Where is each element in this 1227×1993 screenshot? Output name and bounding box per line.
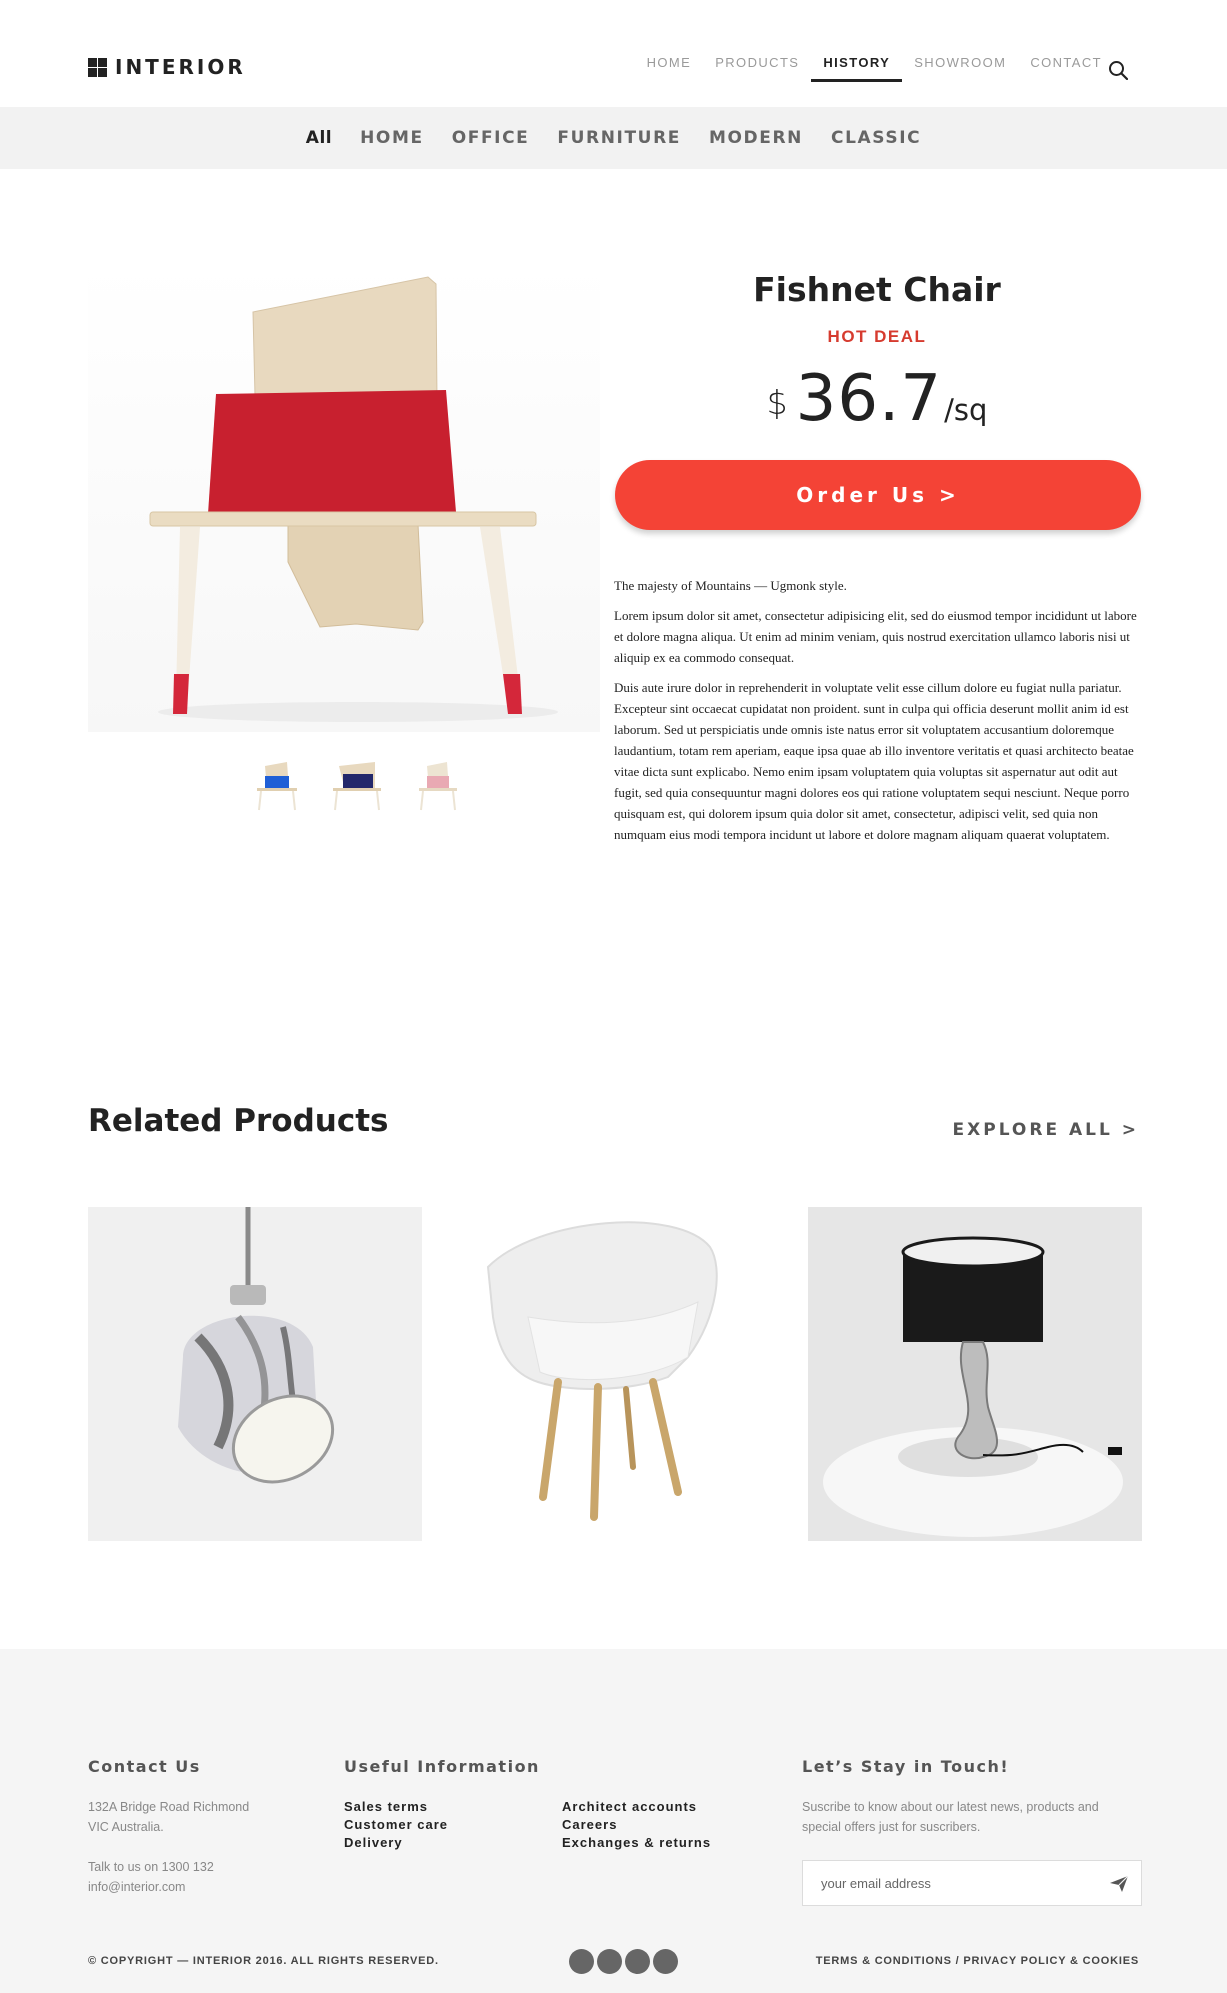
address-line: VIC Australia. <box>88 1820 164 1834</box>
footer-links-col1: Sales terms Customer care Delivery <box>344 1798 448 1852</box>
social-icon[interactable] <box>653 1949 678 1974</box>
pendant-lamp-image <box>178 1207 335 1484</box>
social-icon[interactable] <box>569 1949 594 1974</box>
social-icon[interactable] <box>597 1949 622 1974</box>
price-amount: 36.7 <box>795 362 943 436</box>
order-button[interactable]: Order Us > <box>615 460 1141 530</box>
footer-newsletter-heading: Let’s Stay in Touch! <box>802 1757 1010 1776</box>
newsletter-email-input[interactable] <box>803 1861 1083 1905</box>
nav-item-home[interactable]: HOME <box>647 55 692 82</box>
thumbnail-blue[interactable] <box>245 754 309 820</box>
description-paragraph: Duis aute irure dolor in reprehenderit i… <box>614 680 1134 842</box>
newsletter-text-line: special offers just for suscribers. <box>802 1820 981 1834</box>
main-nav: HOME PRODUCTS HISTORY SHOWROOM CONTACT <box>623 55 1102 82</box>
category-classic[interactable]: CLASSIC <box>831 128 921 148</box>
category-office[interactable]: OFFICE <box>452 128 530 148</box>
nav-item-contact[interactable]: CONTACT <box>1030 55 1102 82</box>
hot-deal-badge: HOT DEAL <box>827 327 927 346</box>
thumbnail-navy[interactable] <box>325 754 389 820</box>
footer-link-architect-accounts[interactable]: Architect accounts <box>562 1798 711 1816</box>
description-paragraph: Lorem ipsum dolor sit amet, consectetur … <box>614 608 1137 665</box>
footer-contact-details: Talk to us on 1300 132 info@interior.com <box>88 1857 214 1897</box>
thumbnail-list <box>245 754 485 820</box>
product-title: Fishnet Chair <box>753 270 1001 309</box>
send-icon[interactable] <box>1109 1874 1129 1894</box>
footer-link-sales-terms[interactable]: Sales terms <box>344 1798 448 1816</box>
footer-link-exchanges-returns[interactable]: Exchanges & returns <box>562 1834 711 1852</box>
category-bar: All HOME OFFICE FURNITURE MODERN CLASSIC <box>0 107 1227 169</box>
newsletter-text: Suscribe to know about our latest news, … <box>802 1797 1099 1837</box>
legal-links[interactable]: TERMS & CONDITIONS / PRIVACY POLICY & CO… <box>816 1955 1139 1967</box>
category-home[interactable]: HOME <box>360 128 424 148</box>
newsletter-form <box>802 1860 1142 1906</box>
price-unit: /sq <box>944 393 988 427</box>
white-chair-image <box>486 1221 718 1521</box>
category-modern[interactable]: MODERN <box>709 128 803 148</box>
category-all[interactable]: All <box>306 128 332 148</box>
footer-contact-heading: Contact Us <box>88 1757 201 1776</box>
footer-link-customer-care[interactable]: Customer care <box>344 1816 448 1834</box>
related-product-white-chair[interactable] <box>448 1207 782 1541</box>
newsletter-text-line: Suscribe to know about our latest news, … <box>802 1800 1099 1814</box>
logo[interactable]: INTERIOR <box>88 55 246 79</box>
footer-link-delivery[interactable]: Delivery <box>344 1834 448 1852</box>
product-description: The majesty of Mountains — Ugmonk style.… <box>614 575 1142 854</box>
address-line: 132A Bridge Road Richmond <box>88 1800 250 1814</box>
related-product-pendant-lamp[interactable] <box>88 1207 422 1541</box>
thumbnail-pink[interactable] <box>405 754 469 820</box>
footer-address: 132A Bridge Road Richmond VIC Australia. <box>88 1797 249 1837</box>
social-icon[interactable] <box>625 1949 650 1974</box>
description-paragraph: The majesty of Mountains — Ugmonk style. <box>614 578 847 593</box>
related-products-title: Related Products <box>88 1103 389 1139</box>
footer-useful-heading: Useful Information <box>344 1757 540 1776</box>
logo-icon <box>88 57 107 77</box>
category-furniture[interactable]: FURNITURE <box>557 128 681 148</box>
footer-email-link[interactable]: info@interior.com <box>88 1877 214 1897</box>
chair-illustration <box>149 276 558 722</box>
product-price: $36.7/sq <box>614 362 1140 436</box>
footer-link-careers[interactable]: Careers <box>562 1816 711 1834</box>
price-currency: $ <box>766 383 788 422</box>
site-header: INTERIOR HOME PRODUCTS HISTORY SHOWROOM … <box>0 0 1227 107</box>
nav-item-products[interactable]: PRODUCTS <box>715 55 799 82</box>
copyright-text: © COPYRIGHT — INTERIOR 2016. ALL RIGHTS … <box>88 1955 439 1967</box>
explore-all-link[interactable]: EXPLORE ALL > <box>953 1120 1139 1140</box>
footer-phone: Talk to us on 1300 132 <box>88 1860 214 1874</box>
product-main-image <box>88 262 600 732</box>
search-icon[interactable] <box>1108 60 1128 80</box>
social-links <box>569 1949 681 1974</box>
related-product-table-lamp[interactable] <box>808 1207 1142 1541</box>
nav-item-showroom[interactable]: SHOWROOM <box>914 55 1006 82</box>
table-lamp-image <box>808 1207 1142 1541</box>
nav-item-history[interactable]: HISTORY <box>811 55 903 82</box>
logo-text: INTERIOR <box>115 55 246 79</box>
footer-links-col2: Architect accounts Careers Exchanges & r… <box>562 1798 711 1852</box>
